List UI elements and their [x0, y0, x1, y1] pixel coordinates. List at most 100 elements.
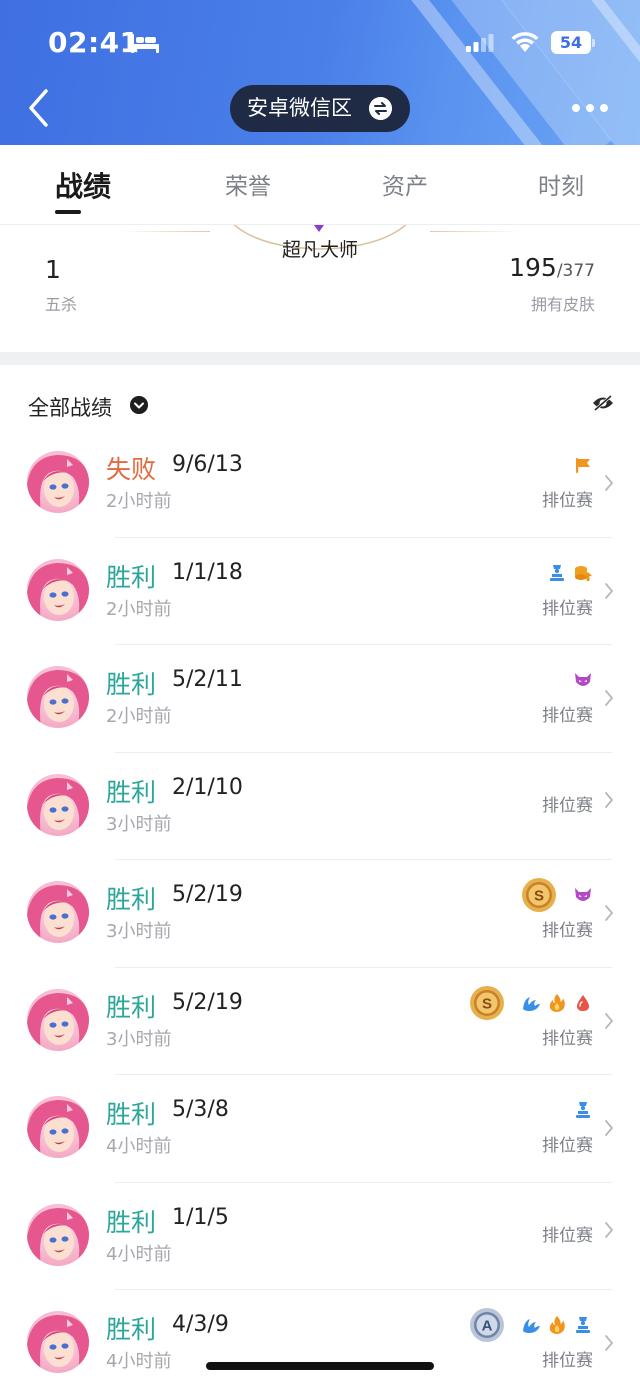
match-mode: 排位赛	[542, 706, 593, 726]
hero-avatar	[27, 1311, 89, 1373]
chevron-right-icon	[605, 1221, 613, 1238]
server-switch-button[interactable]: 安卓微信区	[230, 85, 410, 132]
match-mode: 排位赛	[542, 491, 593, 511]
hero-avatar	[27, 988, 89, 1051]
match-result: 胜利	[106, 885, 157, 914]
match-badges	[573, 450, 593, 480]
svg-text:A: A	[482, 1318, 493, 1335]
match-time-ago: 4小时前	[106, 1351, 172, 1372]
tower-icon	[576, 1102, 590, 1118]
wing-icon	[523, 996, 540, 1011]
records-filter-dropdown[interactable]: 全部战绩	[28, 392, 112, 422]
match-result: 胜利	[106, 562, 157, 592]
wing-icon	[523, 1319, 540, 1333]
drop-icon	[577, 994, 589, 1011]
status-bar: 02:41 54	[0, 0, 640, 84]
profile-summary: 超凡大师 1 五杀 195/377 拥有皮肤	[0, 225, 640, 352]
battery-level: 54	[551, 31, 591, 54]
match-time-ago: 4小时前	[106, 1136, 172, 1157]
active-tab-indicator	[55, 210, 81, 214]
chevron-right-icon	[605, 475, 613, 491]
match-badges	[547, 558, 593, 588]
match-result: 胜利	[106, 670, 157, 699]
top-header: 02:41 54 安卓微信区	[0, 0, 640, 145]
tab-assets[interactable]: 资产	[382, 167, 428, 201]
match-kda: 2/1/10	[172, 774, 243, 800]
flame-icon	[549, 993, 565, 1012]
hero-avatar	[27, 558, 89, 621]
hero-avatar	[27, 451, 89, 513]
demon-icon	[575, 673, 591, 686]
hero-avatar	[27, 666, 89, 728]
more-options-icon[interactable]	[572, 104, 608, 114]
tab-honor[interactable]: 荣誉	[225, 167, 271, 201]
match-time-ago: 2小时前	[106, 706, 172, 727]
penta-kill-label: 五杀	[45, 295, 78, 314]
match-mode: 排位赛	[542, 598, 593, 619]
hide-eye-icon[interactable]	[592, 394, 614, 412]
match-kda: 4/3/9	[172, 1312, 229, 1337]
tab-record[interactable]: 战绩	[55, 165, 111, 205]
records-header: 全部战绩	[0, 365, 640, 437]
svg-text:S: S	[534, 888, 544, 905]
wifi-icon	[511, 32, 539, 52]
match-record-row[interactable]: 胜利 1/1/5 4小时前 排位赛	[0, 1183, 640, 1290]
chevron-right-icon	[605, 905, 613, 921]
swap-icon	[369, 97, 392, 120]
match-time-ago: 3小时前	[106, 1028, 172, 1050]
demon-icon	[575, 888, 591, 901]
flag-icon	[576, 458, 590, 473]
tab-bar: 战绩 荣誉 资产 时刻	[0, 145, 640, 225]
tab-moments[interactable]: 时刻	[538, 167, 584, 201]
match-time-ago: 3小时前	[106, 813, 172, 835]
match-kda: 5/2/19	[172, 989, 243, 1015]
match-kda: 5/2/19	[172, 882, 243, 907]
match-kda: 5/2/11	[172, 667, 243, 692]
match-kda: 1/1/5	[172, 1204, 229, 1230]
chevron-down-icon[interactable]	[130, 396, 148, 414]
match-record-row[interactable]: 胜利 5/3/8 4小时前 排位赛	[0, 1075, 640, 1183]
match-time-ago: 2小时前	[106, 598, 172, 620]
hero-avatar	[27, 1096, 89, 1158]
match-record-row[interactable]: 胜利 5/2/19 3小时前 S 排位赛	[0, 860, 640, 968]
penta-kill-count: 1	[45, 255, 61, 284]
cellular-signal-icon	[466, 34, 494, 52]
match-badges: S	[521, 878, 593, 912]
match-result: 胜利	[106, 1207, 157, 1237]
match-record-row[interactable]: 胜利 5/2/11 2小时前 排位赛	[0, 645, 640, 753]
match-mode: 排位赛	[542, 1351, 593, 1371]
match-record-row[interactable]: 胜利 4/3/9 4小时前 A 排位赛	[0, 1290, 640, 1385]
match-result: 胜利	[106, 777, 157, 807]
match-mode: 排位赛	[542, 1028, 593, 1049]
server-label: 安卓微信区	[247, 96, 352, 120]
match-mode: 排位赛	[542, 921, 593, 941]
back-arrow-icon[interactable]	[26, 88, 52, 128]
decoration-line	[120, 231, 210, 232]
skins-total: /377	[556, 261, 595, 281]
match-result: 胜利	[106, 992, 157, 1022]
hero-avatar	[27, 881, 89, 943]
match-mode: 排位赛	[542, 1225, 593, 1246]
match-time-ago: 2小时前	[106, 491, 172, 512]
skins-count[interactable]: 195/377	[509, 253, 595, 282]
match-record-row[interactable]: 胜利 1/1/18 2小时前 排位赛	[0, 538, 640, 645]
match-kda: 9/6/13	[172, 452, 243, 477]
skins-label: 拥有皮肤	[530, 295, 595, 314]
home-indicator	[206, 1362, 434, 1370]
match-mode: 排位赛	[542, 795, 593, 816]
match-badges	[573, 665, 593, 695]
match-record-row[interactable]: 失败 9/6/13 2小时前 排位赛	[0, 430, 640, 538]
tower-icon	[576, 1317, 590, 1333]
s-medal-icon: S	[522, 878, 556, 912]
section-gap	[0, 352, 640, 365]
flame-icon	[549, 1316, 565, 1334]
battery-indicator: 54	[551, 31, 595, 54]
match-mode: 排位赛	[542, 1136, 593, 1156]
match-kda: 5/3/8	[172, 1097, 229, 1122]
match-record-row[interactable]: 胜利 5/2/19 3小时前 S 排位赛	[0, 968, 640, 1075]
chevron-right-icon	[605, 582, 613, 599]
match-record-row[interactable]: 胜利 2/1/10 3小时前 排位赛	[0, 753, 640, 860]
sleep-focus-icon	[131, 34, 159, 53]
status-time: 02:41	[48, 26, 140, 59]
a-medal-icon: A	[470, 1308, 504, 1342]
